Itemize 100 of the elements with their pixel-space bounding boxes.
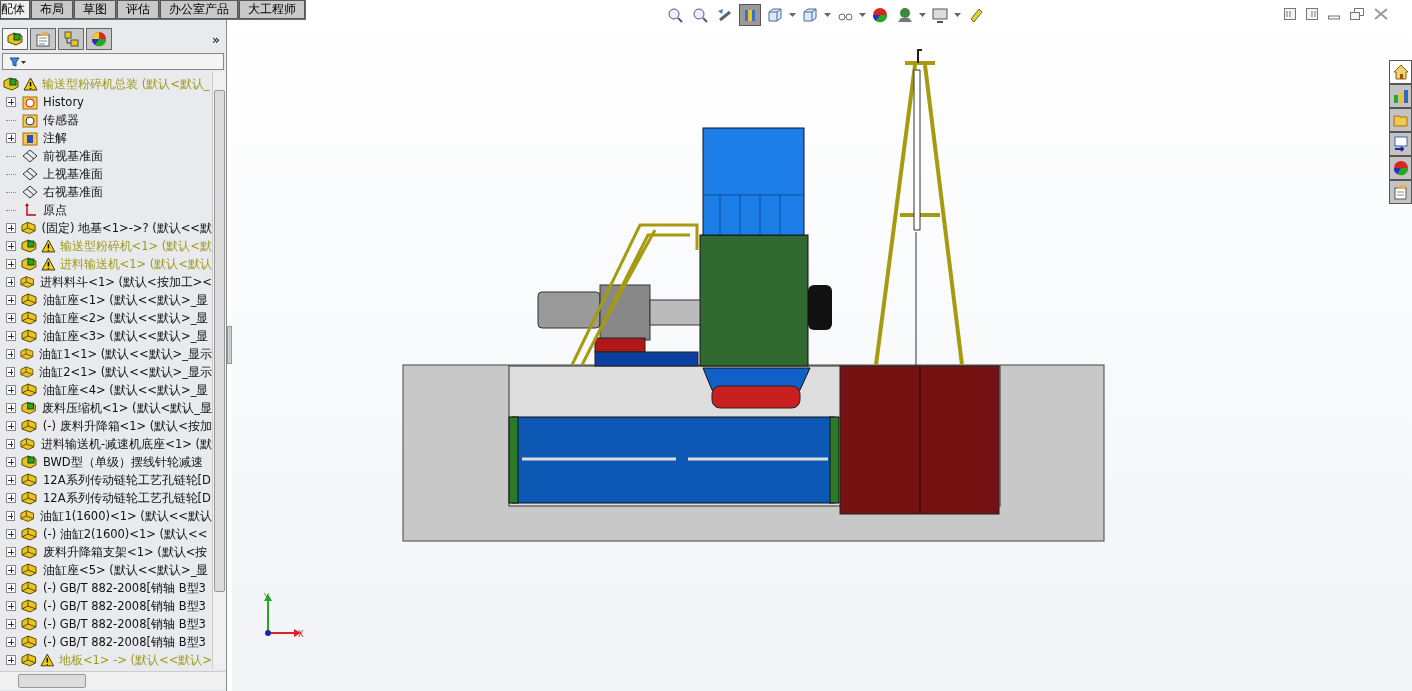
dropdown-arrow-icon[interactable] xyxy=(824,13,831,17)
tree-item[interactable]: 注解 xyxy=(41,130,67,146)
expand-icon[interactable] xyxy=(6,439,16,449)
expand-icon[interactable] xyxy=(6,493,16,503)
tree-item[interactable]: 上视基准面 xyxy=(41,166,103,182)
dropdown-arrow-icon[interactable] xyxy=(859,13,866,17)
expand-icon[interactable] xyxy=(6,529,16,539)
part-icon xyxy=(21,328,39,344)
clipboard-icon xyxy=(1392,184,1409,200)
dropdown-arrow-icon[interactable] xyxy=(919,13,926,17)
folder-icon xyxy=(1392,112,1409,128)
expand-icon[interactable] xyxy=(6,241,16,251)
tree-item[interactable]: 废料压缩机<1> (默认<默认_显 xyxy=(39,400,212,416)
tree-item[interactable]: 12A系列传动链轮工艺孔链轮[D xyxy=(41,490,211,506)
tree-item[interactable]: 油缸2<1> (默认<<默认>_显示 xyxy=(37,364,212,380)
tree-item[interactable]: 油缸座<4> (默认<<默认>_显 xyxy=(41,382,209,398)
expand-panel-button[interactable]: » xyxy=(212,31,224,47)
part-icon xyxy=(21,580,39,596)
assembly-icon xyxy=(20,238,39,254)
tree-item[interactable]: 油缸1<1> (默认<<默认>_显示 xyxy=(37,346,212,362)
panel-splitter-handle[interactable] xyxy=(227,326,232,364)
tree-item[interactable]: (固定) 地基<1>->? (默认<<默 xyxy=(39,220,212,236)
expand-icon[interactable] xyxy=(6,259,16,269)
expand-icon[interactable] xyxy=(6,421,16,431)
expand-icon[interactable] xyxy=(6,133,16,143)
tree-item[interactable]: 油缸座<2> (默认<<默认>_显 xyxy=(41,310,209,326)
tree-item[interactable]: 传感器 xyxy=(41,112,79,128)
dropdown-arrow-icon[interactable] xyxy=(789,13,796,17)
task-pane-tab[interactable] xyxy=(1389,156,1412,180)
tree-item[interactable]: (-) GB/T 882-2008[销轴 B型3 xyxy=(41,580,206,596)
filter-field[interactable] xyxy=(2,53,224,70)
expand-icon[interactable] xyxy=(6,349,15,359)
expand-icon[interactable] xyxy=(6,97,16,107)
panel-tab[interactable] xyxy=(30,28,56,50)
expand-icon[interactable] xyxy=(6,601,16,611)
expand-icon[interactable] xyxy=(6,655,16,665)
dropdown-arrow-icon[interactable] xyxy=(954,13,961,17)
tile-right-icon[interactable] xyxy=(1306,8,1318,20)
tree-item[interactable]: (-) GB/T 882-2008[销轴 B型3 xyxy=(41,634,206,650)
tree-item[interactable]: 右视基准面 xyxy=(41,184,103,200)
expand-icon[interactable] xyxy=(6,403,16,413)
part-icon xyxy=(21,292,39,308)
expand-icon[interactable] xyxy=(6,331,16,341)
tile-left-icon[interactable] xyxy=(1284,8,1296,20)
tree-item[interactable]: (-) GB/T 882-2008[销轴 B型3 xyxy=(41,598,206,614)
expand-icon[interactable] xyxy=(6,385,16,395)
tree-item[interactable]: 油缸座<5> (默认<<默认>_显 xyxy=(41,562,209,578)
expand-icon[interactable] xyxy=(6,547,16,557)
restore-icon[interactable] xyxy=(1350,8,1364,20)
expand-icon[interactable] xyxy=(6,583,16,593)
view-tool-button[interactable] xyxy=(739,4,761,26)
expand-icon[interactable] xyxy=(6,457,16,467)
tree-item[interactable]: 油缸1(1600)<1> (默认<<默认 xyxy=(38,508,212,524)
tree-item[interactable]: 进料料斗<1> (默认<按加工>< xyxy=(38,274,212,290)
color-ball-icon xyxy=(90,30,108,48)
tree-item[interactable]: 废料升降箱支架<1> (默认<按 xyxy=(41,544,208,560)
horizontal-scrollbar[interactable] xyxy=(0,671,226,689)
command-tab[interactable]: 评估 xyxy=(117,0,159,19)
tree-item[interactable]: 原点 xyxy=(41,202,67,218)
command-tab[interactable]: 大工程师 xyxy=(239,0,305,19)
task-pane-tab[interactable] xyxy=(1389,132,1412,156)
part-icon xyxy=(21,382,39,398)
tree-item[interactable]: 油缸座<3> (默认<<默认>_显 xyxy=(41,328,209,344)
tree-item[interactable]: 前视基准面 xyxy=(41,148,103,164)
expand-icon[interactable] xyxy=(6,367,15,377)
tree-item[interactable]: BWD型（单级）摆线针轮减速 xyxy=(41,454,203,470)
command-tab[interactable]: 布局 xyxy=(31,0,73,19)
scene-icon xyxy=(897,7,913,23)
vertical-scrollbar[interactable] xyxy=(212,72,226,669)
close-icon[interactable] xyxy=(1374,8,1388,20)
expand-icon[interactable] xyxy=(6,637,16,647)
tree-item[interactable]: (-) 油缸2(1600)<1> (默认<< xyxy=(41,526,208,542)
panel-tab[interactable] xyxy=(58,28,84,50)
expand-icon[interactable] xyxy=(6,619,16,629)
expand-icon[interactable] xyxy=(6,511,16,521)
command-tab[interactable]: 办公室产品 xyxy=(160,0,238,19)
tree-item[interactable]: (-) GB/T 882-2008[销轴 B型3 xyxy=(41,616,206,632)
expand-icon[interactable] xyxy=(6,277,16,287)
command-tab[interactable]: 草图 xyxy=(74,0,116,19)
task-pane-tab[interactable] xyxy=(1389,108,1412,132)
view-palette-icon xyxy=(1392,136,1409,152)
tree-item[interactable]: 油缸座<1> (默认<<默认>_显 xyxy=(41,292,209,308)
expand-icon[interactable] xyxy=(6,223,16,233)
tree-item[interactable]: History xyxy=(41,95,84,109)
assembly-icon xyxy=(21,454,39,470)
part-icon xyxy=(20,652,39,668)
tree-item[interactable]: 进料输送机-减速机底座<1> (默 xyxy=(39,436,212,452)
panel-tab[interactable] xyxy=(2,28,28,50)
annotation-folder-icon xyxy=(21,130,39,146)
task-pane-tab[interactable] xyxy=(1389,60,1412,84)
expand-icon[interactable] xyxy=(6,313,16,323)
part-icon xyxy=(19,364,36,380)
tree-item[interactable]: 12A系列传动链轮工艺孔链轮[D xyxy=(41,472,211,488)
task-pane-tab[interactable] xyxy=(1389,180,1412,204)
expand-icon[interactable] xyxy=(6,475,16,485)
tree-item[interactable]: (-) 废料升降箱<1> (默认<按加 xyxy=(40,418,212,434)
panel-tab[interactable] xyxy=(86,28,112,50)
expand-icon[interactable] xyxy=(6,565,16,575)
command-tab[interactable]: 配体 xyxy=(0,0,30,19)
expand-icon[interactable] xyxy=(6,295,16,305)
